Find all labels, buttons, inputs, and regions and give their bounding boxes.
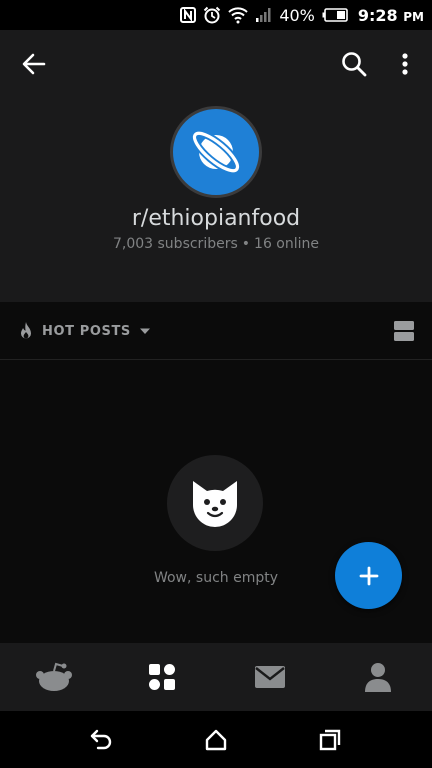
caret-down-icon [139, 328, 150, 334]
arrow-left-icon [22, 53, 46, 75]
user-icon [365, 663, 391, 692]
battery-percent: 40% [279, 5, 315, 25]
clock-suffix: PM [403, 9, 424, 24]
subreddit-name: r/ethiopianfood [131, 206, 301, 231]
battery-icon [322, 8, 348, 22]
mail-icon [255, 666, 285, 688]
nav-home[interactable] [18, 647, 90, 707]
card-view-icon [394, 321, 414, 341]
search-icon [342, 52, 367, 77]
search-button[interactable] [336, 46, 372, 82]
view-toggle-button[interactable] [393, 320, 415, 342]
wifi-icon [228, 6, 249, 24]
nav-profile[interactable] [342, 647, 414, 707]
alarm-icon [203, 6, 221, 24]
community-avatar [170, 106, 262, 198]
doge-icon [193, 481, 237, 527]
nfc-icon [180, 7, 197, 23]
nav-inbox[interactable] [234, 647, 306, 707]
online-count: 16 online [254, 236, 319, 252]
subreddit-header: r/ethiopianfood 7,003 subscribers • 16 onl… [0, 30, 432, 302]
nav-communities[interactable] [126, 647, 198, 707]
sort-bar: HOT POSTS [0, 302, 432, 360]
system-back-button[interactable] [84, 723, 118, 757]
status-bar: 40% 9:28 PM [0, 0, 432, 30]
sort-label: HOT POSTS [42, 323, 131, 339]
plus-icon [359, 566, 378, 585]
subscriber-count: 7,003 subscribers [112, 236, 238, 252]
back-icon [90, 729, 112, 750]
clock-time: 9:28 [357, 5, 398, 25]
sort-dropdown[interactable]: HOT POSTS [18, 318, 151, 344]
create-post-button[interactable] [335, 542, 402, 609]
system-recents-button[interactable] [313, 723, 347, 757]
system-home-button[interactable] [199, 723, 233, 757]
recents-icon [319, 729, 341, 751]
planet-icon [191, 129, 241, 175]
more-options-button[interactable] [390, 46, 420, 82]
stats-separator: • [241, 236, 251, 252]
back-button[interactable] [14, 48, 54, 80]
screen: 40% 9:28 PM r/ethiopianfood 7,003 subscr… [0, 0, 432, 768]
reddit-snoo-icon [36, 662, 72, 691]
empty-state-art [167, 455, 263, 551]
clock: 9:28 PM [358, 6, 424, 25]
signal-icon [255, 7, 273, 23]
grid-icon [149, 664, 175, 690]
more-vertical-icon [402, 53, 408, 75]
home-icon [205, 729, 227, 751]
system-navigation-bar [0, 711, 432, 768]
bottom-navigation [0, 643, 432, 711]
subreddit-stats: 7,003 subscribers • 16 online [0, 236, 432, 252]
flame-icon [21, 322, 31, 339]
